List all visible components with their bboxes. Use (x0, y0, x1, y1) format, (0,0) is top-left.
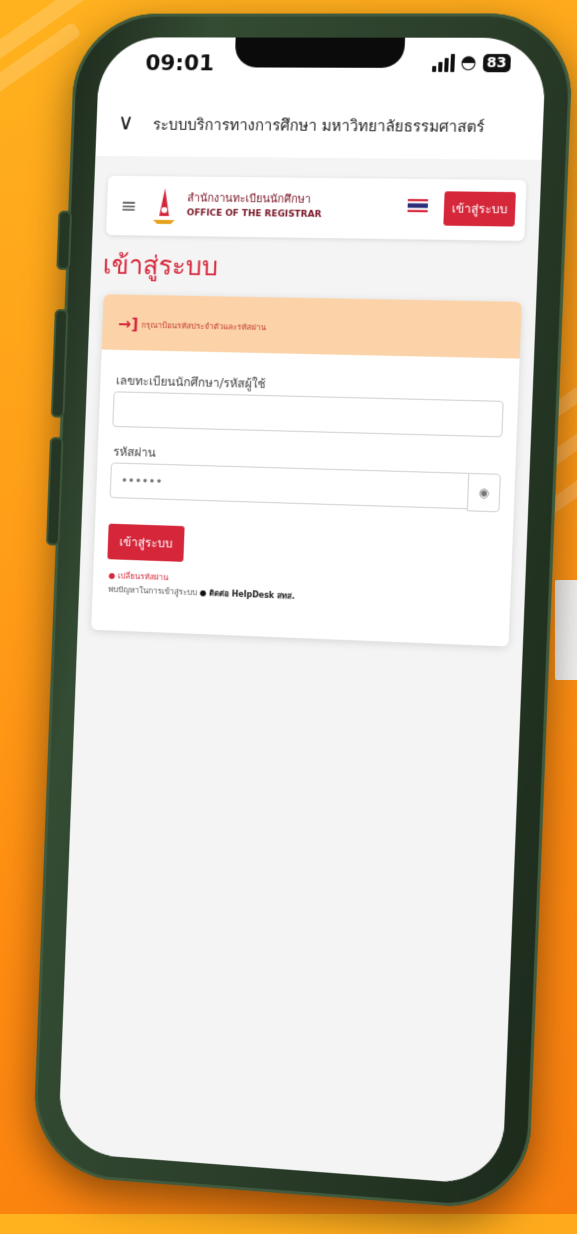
registrar-logo (153, 188, 175, 225)
username-label: เลขทะเบียนนักศึกษา/รหัสผู้ใช้ (115, 373, 266, 392)
volume-down-button (46, 437, 64, 546)
alert-banner: →] กรุณาป้อนรหัสประจำตัวและรหัสผ่าน (101, 294, 522, 359)
login-card: →] กรุณาป้อนรหัสประจำตัวและรหัสผ่าน เลขท… (91, 294, 522, 647)
status-time: 09:01 (145, 51, 215, 77)
hamburger-menu-icon[interactable]: ≡ (120, 194, 137, 218)
brand-name-english: OFFICE OF THE REGISTRAR (186, 208, 322, 221)
eye-icon[interactable]: ◉ (466, 472, 501, 513)
battery-icon: 83 (482, 53, 512, 72)
page-title: เข้าสู่ระบบ (102, 250, 219, 283)
chat-bubble-icon: ● (199, 588, 207, 598)
header-login-button[interactable]: เข้าสู่ระบบ (443, 191, 516, 227)
dynamic-island (234, 37, 406, 68)
browser-title: ระบบบริการทางการศึกษา มหาวิทยาลัยธรรมศาส… (152, 115, 486, 137)
brand-name-thai: สำนักงานทะเบียนนักศึกษา (187, 191, 312, 206)
change-password-link[interactable]: ● เปลี่ยนรหัสผ่าน (108, 569, 168, 584)
login-arrow-icon: →] (117, 314, 139, 334)
login-submit-button[interactable]: เข้าสู่ระบบ (107, 523, 185, 562)
alert-text: กรุณาป้อนรหัสประจำตัวและรหัสผ่าน (141, 320, 267, 333)
phone-mockup: 09:01 ◓ 83 ∨ ระบบบริการทางการศึกษา มหาวิ… (3, 7, 577, 1234)
help-prefix-text: พบปัญหาในการเข้าสู่ระบบ (107, 584, 198, 598)
username-input[interactable] (112, 391, 504, 438)
phone-frame: 09:01 ◓ 83 ∨ ระบบบริการทางการศึกษา มหาวิ… (32, 13, 575, 1213)
change-password-label: เปลี่ยนรหัสผ่าน (117, 571, 169, 583)
password-input[interactable] (109, 462, 471, 510)
volume-up-button (50, 309, 69, 418)
password-label: รหัสผ่าน (113, 444, 157, 460)
phone-screen: 09:01 ◓ 83 ∨ ระบบบริการทางการศึกษา มหาวิ… (57, 37, 547, 1186)
status-icons: ◓ 83 (431, 51, 512, 74)
web-page: ≡ สำนักงานทะเบียนนักศึกษา OFFICE OF THE … (57, 155, 542, 1186)
top-navbar: ≡ สำนักงานทะเบียนนักศึกษา OFFICE OF THE … (105, 175, 527, 241)
thai-flag-icon[interactable] (407, 198, 429, 213)
wifi-icon: ◓ (460, 51, 477, 74)
signal-icon (431, 53, 455, 72)
help-line: พบปัญหาในการเข้าสู่ระบบ ● ติดต่อ HelpDes… (108, 583, 295, 603)
helpdesk-link[interactable]: ติดต่อ HelpDesk สทส. (209, 589, 295, 601)
browser-header: ∨ ระบบบริการทางการศึกษา มหาวิทยาลัยธรรมศ… (95, 92, 545, 161)
brand-text: สำนักงานทะเบียนนักศึกษา OFFICE OF THE RE… (187, 188, 323, 220)
chevron-down-icon[interactable]: ∨ (117, 111, 134, 136)
action-button (56, 210, 73, 270)
